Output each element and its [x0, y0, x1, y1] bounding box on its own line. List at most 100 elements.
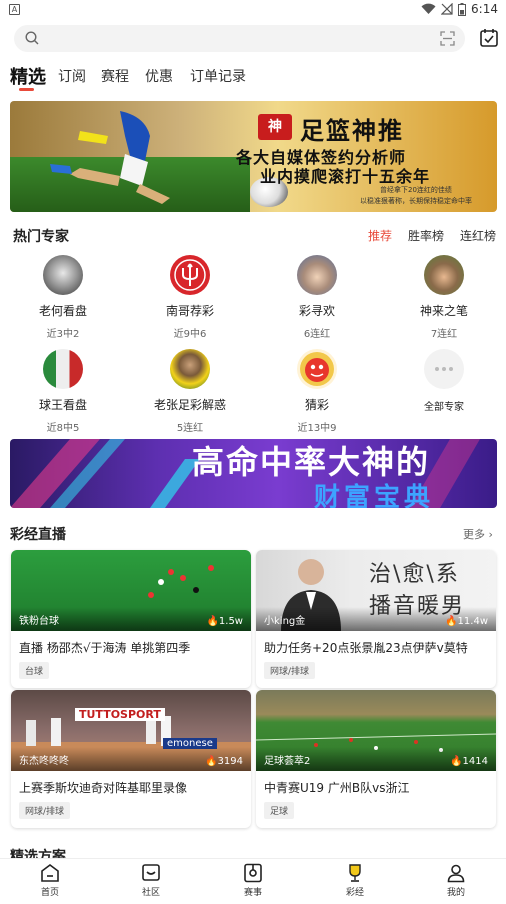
heat-count: 🔥11.4w [445, 616, 488, 627]
expert-record: 近8中5 [46, 423, 80, 434]
flame-icon: 🔥 [205, 756, 218, 767]
avatar [297, 349, 337, 389]
red-mascot-icon [300, 352, 334, 386]
category-tag: 足球 [264, 802, 295, 819]
expert-record: 5连红 [176, 423, 204, 434]
expert-name: 神来之笔 [419, 304, 468, 318]
scan-icon[interactable] [440, 31, 455, 46]
promo-banner-experts[interactable]: 神 足篮神推 各大自媒体签约分析师 业内摸爬滚打十五余年 曾经拿下20连红的佳绩… [10, 101, 497, 212]
top-bar [0, 20, 506, 58]
filter-streak[interactable]: 连红榜 [460, 227, 496, 244]
live-title: 助力任务+20点张景胤23点伊萨v莫特 [264, 641, 468, 655]
filter-win-rate[interactable]: 胜率榜 [408, 227, 444, 244]
expert-record: 近9中6 [173, 329, 207, 340]
profile-icon [447, 864, 465, 883]
expert-card[interactable]: 猜彩 近13中9 [267, 349, 367, 434]
nav-label: 社区 [141, 888, 160, 898]
community-icon [142, 864, 160, 881]
anchor-name: 小king金 [264, 616, 306, 627]
avatar [43, 255, 83, 295]
thumb-text-1: 治\愈\系 [369, 562, 460, 587]
search-input[interactable] [14, 25, 465, 52]
status-bar: A 6:14 [0, 0, 506, 20]
heat-count: 🔥1414 [450, 756, 488, 767]
expert-card[interactable]: 球王看盘 近8中5 [13, 349, 113, 434]
tab-schedule[interactable]: 赛程 [101, 66, 129, 86]
expert-name: 猜彩 [304, 398, 329, 412]
nav-caijing[interactable]: 彩经 [325, 863, 385, 898]
banner-note-1: 曾经拿下20连红的佳绩 [380, 186, 452, 194]
category-tag: 台球 [19, 662, 50, 679]
live-thumbnail: TUTTOSPORT emonese 东杰咚咚咚 🔥3194 [11, 690, 251, 771]
expert-name: 南哥荐彩 [165, 304, 214, 318]
expert-card[interactable]: 南哥荐彩 近9中6 [140, 255, 240, 340]
nav-home[interactable]: 首页 [20, 863, 80, 898]
banner-title: 足篮神推 [300, 117, 404, 145]
expert-name: 老何看盘 [38, 304, 87, 318]
live-title: 上赛季斯坎迪奇对阵基耶里录像 [19, 781, 188, 795]
flame-icon: 🔥 [450, 756, 463, 767]
live-thumbnail: 足球荟萃2 🔥1414 [256, 690, 496, 771]
notification-a-icon: A [9, 4, 20, 15]
nav-community[interactable]: 社区 [121, 863, 181, 898]
avatar [170, 349, 210, 389]
all-experts-button[interactable]: 全部专家 [394, 349, 494, 413]
trophy-icon [349, 864, 361, 882]
trident-icon [174, 259, 206, 291]
promo-banner-wealth[interactable]: 高命中率大神的 财富宝典 [10, 439, 497, 508]
expert-card[interactable]: 彩寻欢 6连红 [267, 255, 367, 340]
category-tag: 网球/排球 [19, 802, 71, 819]
more-dots-icon [424, 349, 464, 389]
live-card[interactable]: TUTTOSPORT emonese 东杰咚咚咚 🔥3194 上赛季斯坎迪奇对阵… [11, 690, 251, 828]
tab-orders[interactable]: 订单记录 [190, 66, 246, 86]
banner-subtitle-2: 业内摸爬滚打十五余年 [260, 167, 431, 186]
nav-label: 首页 [40, 888, 59, 898]
nav-label: 彩经 [345, 888, 364, 898]
more-live-link[interactable]: 更多 › [463, 526, 493, 542]
banner2-subtitle: 财富宝典 [314, 483, 435, 508]
avatar [297, 255, 337, 295]
expert-record: 近3中2 [46, 329, 80, 340]
live-section-title: 彩经直播 [10, 527, 66, 543]
live-card[interactable]: 治\愈\系 播音暖男 小king金 🔥11.4w 助力任务+20点张景胤23点伊… [256, 550, 496, 688]
nav-matches[interactable]: 赛事 [223, 863, 283, 898]
nav-me[interactable]: 我的 [426, 863, 486, 898]
live-thumbnail: 治\愈\系 播音暖男 小king金 🔥11.4w [256, 550, 496, 631]
match-icon [244, 863, 262, 883]
live-card[interactable]: 铁粉台球 🔥1.5w 直播 杨邵杰√于海涛 单挑第四季 台球 [11, 550, 251, 688]
battery-icon [458, 2, 467, 16]
hot-experts-title: 热门专家 [13, 229, 69, 245]
expert-name: 球王看盘 [38, 398, 87, 412]
expert-card[interactable]: 老何看盘 近3中2 [13, 255, 113, 340]
avatar [424, 255, 464, 295]
football-player-image [50, 111, 170, 204]
live-card[interactable]: 足球荟萃2 🔥1414 中青赛U19 广州B队vs浙江 足球 [256, 690, 496, 828]
search-icon [25, 31, 39, 45]
avatar [170, 255, 210, 295]
anchor-name: 东杰咚咚咚 [19, 756, 69, 767]
expert-name: 彩寻欢 [298, 304, 335, 318]
flame-icon: 🔥 [206, 616, 219, 627]
main-tabs: 精选 订阅 赛程 优惠 订单记录 [0, 58, 506, 96]
heat-count: 🔥3194 [205, 756, 243, 767]
tab-featured[interactable]: 精选 [10, 63, 46, 89]
filter-recommended[interactable]: 推荐 [368, 227, 392, 244]
live-title: 直播 杨邵杰√于海涛 单挑第四季 [19, 641, 191, 655]
brand-logo: 神 [258, 114, 292, 140]
live-title: 中青赛U19 广州B队vs浙江 [264, 781, 410, 795]
heat-count: 🔥1.5w [206, 616, 243, 627]
clock: 6:14 [471, 2, 498, 16]
calendar-check-icon[interactable] [480, 28, 498, 47]
avatar [43, 349, 83, 389]
banner-note-2: 以稳准狠著称，长期保持稳定命中率 [360, 197, 472, 205]
home-icon [41, 864, 59, 882]
tab-subscribe[interactable]: 订阅 [58, 66, 86, 86]
expert-card[interactable]: 老张足彩解惑 5连红 [140, 349, 240, 434]
expert-record: 6连红 [303, 329, 331, 340]
expert-card[interactable]: 神来之笔 7连红 [394, 255, 494, 340]
tab-offers[interactable]: 优惠 [145, 66, 173, 86]
active-tab-indicator [19, 88, 34, 91]
nav-label: 我的 [446, 888, 465, 898]
expert-record: 7连红 [430, 329, 458, 340]
more-label: 更多 [463, 528, 485, 541]
